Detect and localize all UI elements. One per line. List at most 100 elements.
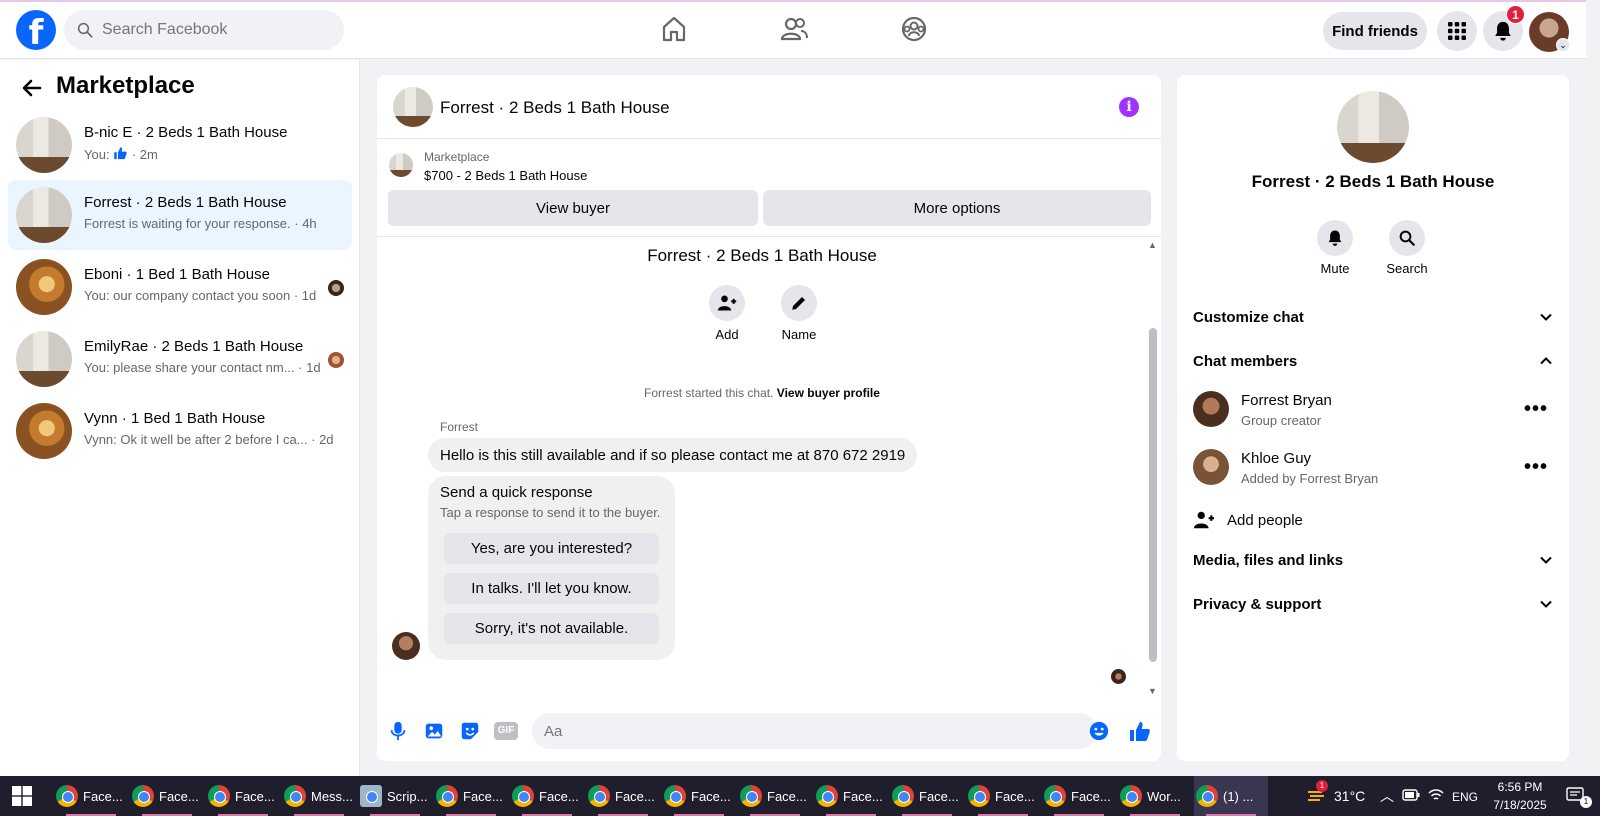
thumbs-up-icon[interactable] [1128, 720, 1152, 744]
facebook-logo[interactable]: f [16, 10, 56, 50]
taskbar-app-label: Scrip... [387, 788, 428, 804]
conversation-item-active[interactable]: Forrest · 2 Beds 1 Bath House Forrest is… [8, 180, 352, 250]
microphone-icon[interactable] [387, 720, 409, 742]
member-more-icon[interactable]: ••• [1524, 456, 1548, 479]
search-icon [1399, 230, 1415, 246]
conversation-item[interactable]: Eboni · 1 Bed 1 Bath House You: our comp… [8, 252, 352, 322]
chrome-icon [56, 785, 78, 807]
member-name[interactable]: Forrest Bryan [1241, 392, 1332, 409]
member-avatar[interactable] [1193, 391, 1229, 427]
clock-date[interactable]: 7/18/2025 [1486, 798, 1554, 812]
clock-time[interactable]: 6:56 PM [1490, 780, 1550, 794]
taskbar-app[interactable]: Face... [738, 776, 812, 816]
quick-reply-button[interactable]: In talks. I'll let you know. [444, 573, 659, 604]
group-title: Forrest · 2 Beds 1 Bath House [647, 246, 877, 265]
emoji-icon[interactable] [1088, 720, 1110, 742]
taskbar-app[interactable]: Face... [966, 776, 1040, 816]
battery-icon[interactable] [1402, 789, 1420, 801]
info-icon[interactable]: i [1119, 97, 1139, 117]
taskbar-app[interactable]: Face... [662, 776, 736, 816]
taskbar-app[interactable]: Scrip... [358, 776, 432, 816]
scroll-up-arrow-icon[interactable]: ▲ [1148, 240, 1157, 250]
customize-chat-row[interactable]: Customize chat [1193, 297, 1553, 337]
chrome-icon [588, 785, 610, 807]
sender-avatar[interactable] [392, 632, 420, 660]
taskbar-app[interactable]: Mess... [282, 776, 356, 816]
wifi-icon[interactable] [1428, 788, 1444, 802]
started-text: Forrest started this chat. [644, 386, 774, 400]
taskbar-app[interactable]: Face... [890, 776, 964, 816]
add-person-icon [717, 295, 737, 311]
taskbar-app[interactable]: Face... [510, 776, 584, 816]
taskbar-app[interactable]: Face... [434, 776, 508, 816]
taskbar-app[interactable]: Face... [54, 776, 128, 816]
back-arrow-icon[interactable] [20, 76, 44, 100]
taskbar-app-label: Face... [463, 788, 503, 804]
scroll-down-arrow-icon[interactable]: ▼ [1148, 686, 1157, 696]
grid-menu-icon [1448, 22, 1466, 40]
taskbar-app[interactable]: Face... [814, 776, 888, 816]
view-buyer-button[interactable]: View buyer [388, 190, 758, 226]
groups-icon[interactable] [899, 14, 929, 44]
chrome-icon [208, 785, 230, 807]
read-receipt-avatar [328, 352, 344, 368]
chat-members-row[interactable]: Chat members [1193, 341, 1553, 381]
search-input[interactable] [102, 21, 322, 39]
add-member-button[interactable] [709, 285, 745, 321]
listing-thumbnail [16, 117, 72, 173]
mute-button[interactable] [1317, 220, 1353, 256]
more-options-button[interactable]: More options [763, 190, 1151, 226]
message-input[interactable] [544, 722, 1044, 740]
sticker-icon[interactable] [459, 720, 481, 742]
member-avatar[interactable] [1193, 449, 1229, 485]
search-conversation-button[interactable] [1389, 220, 1425, 256]
taskbar-app[interactable]: Face... [206, 776, 280, 816]
chrome-icon [1044, 785, 1066, 807]
chat-title[interactable]: Forrest · 2 Beds 1 Bath House [440, 98, 670, 118]
gif-icon[interactable]: GIF [494, 722, 518, 740]
search-bar[interactable] [64, 10, 344, 50]
media-files-links-row[interactable]: Media, files and links [1193, 540, 1553, 580]
weather-badge: 1 [1316, 780, 1328, 792]
add-people-row[interactable]: Add people [1193, 505, 1493, 535]
photo-icon[interactable] [423, 720, 445, 742]
friends-icon[interactable] [779, 14, 809, 44]
member-name[interactable]: Khloe Guy [1241, 450, 1311, 467]
temperature[interactable]: 31°C [1334, 788, 1365, 804]
page-scrollbar[interactable] [1586, 59, 1600, 776]
notification-center-badge: 1 [1580, 796, 1592, 808]
rename-button[interactable] [781, 285, 817, 321]
chrome-icon [1120, 785, 1142, 807]
taskbar-app[interactable]: Face... [1042, 776, 1116, 816]
language-indicator[interactable]: ENG [1452, 790, 1478, 804]
scrollbar-thumb[interactable] [1149, 328, 1157, 662]
chevron-down-icon[interactable]: ⌄ [1556, 38, 1570, 52]
chat-thumbnail[interactable] [393, 87, 433, 127]
home-icon[interactable] [659, 14, 689, 44]
conversation-item[interactable]: EmilyRae · 2 Beds 1 Bath House You: plea… [8, 324, 352, 394]
privacy-support-row[interactable]: Privacy & support [1193, 584, 1553, 624]
tray-overflow-chevron-icon[interactable]: ︿ [1380, 786, 1394, 806]
listing-thumbnail [16, 259, 72, 315]
menu-button[interactable] [1437, 11, 1477, 51]
member-more-icon[interactable]: ••• [1524, 398, 1548, 421]
windows-start-icon[interactable] [12, 786, 32, 806]
taskbar-app[interactable]: Wor... [1118, 776, 1192, 816]
conversation-item[interactable]: B-nic E · 2 Beds 1 Bath House You: · 2m [8, 110, 352, 180]
message-composer[interactable] [532, 713, 1097, 749]
find-friends-button[interactable]: Find friends [1323, 12, 1427, 50]
taskbar-app[interactable]: Face... [586, 776, 660, 816]
customize-chat-label: Customize chat [1193, 308, 1304, 326]
view-buyer-profile-link[interactable]: View buyer profile [777, 386, 880, 400]
taskbar-app[interactable]: Face... [130, 776, 204, 816]
quick-reply-button[interactable]: Yes, are you interested? [444, 533, 659, 564]
conversation-item[interactable]: Vynn · 1 Bed 1 Bath House Vynn: Ok it we… [8, 396, 352, 466]
add-person-icon [1193, 511, 1215, 529]
quick-reply-button[interactable]: Sorry, it's not available. [444, 613, 659, 644]
listing-price[interactable]: $700 - 2 Beds 1 Bath House [424, 168, 587, 183]
member-role: Group creator [1241, 413, 1322, 428]
taskbar-app-active[interactable]: (1) ... [1194, 776, 1268, 816]
listing-thumbnail [16, 403, 72, 459]
message-bubble[interactable]: Hello is this still available and if so … [428, 438, 918, 472]
chat-info-thumbnail[interactable] [1337, 91, 1409, 163]
